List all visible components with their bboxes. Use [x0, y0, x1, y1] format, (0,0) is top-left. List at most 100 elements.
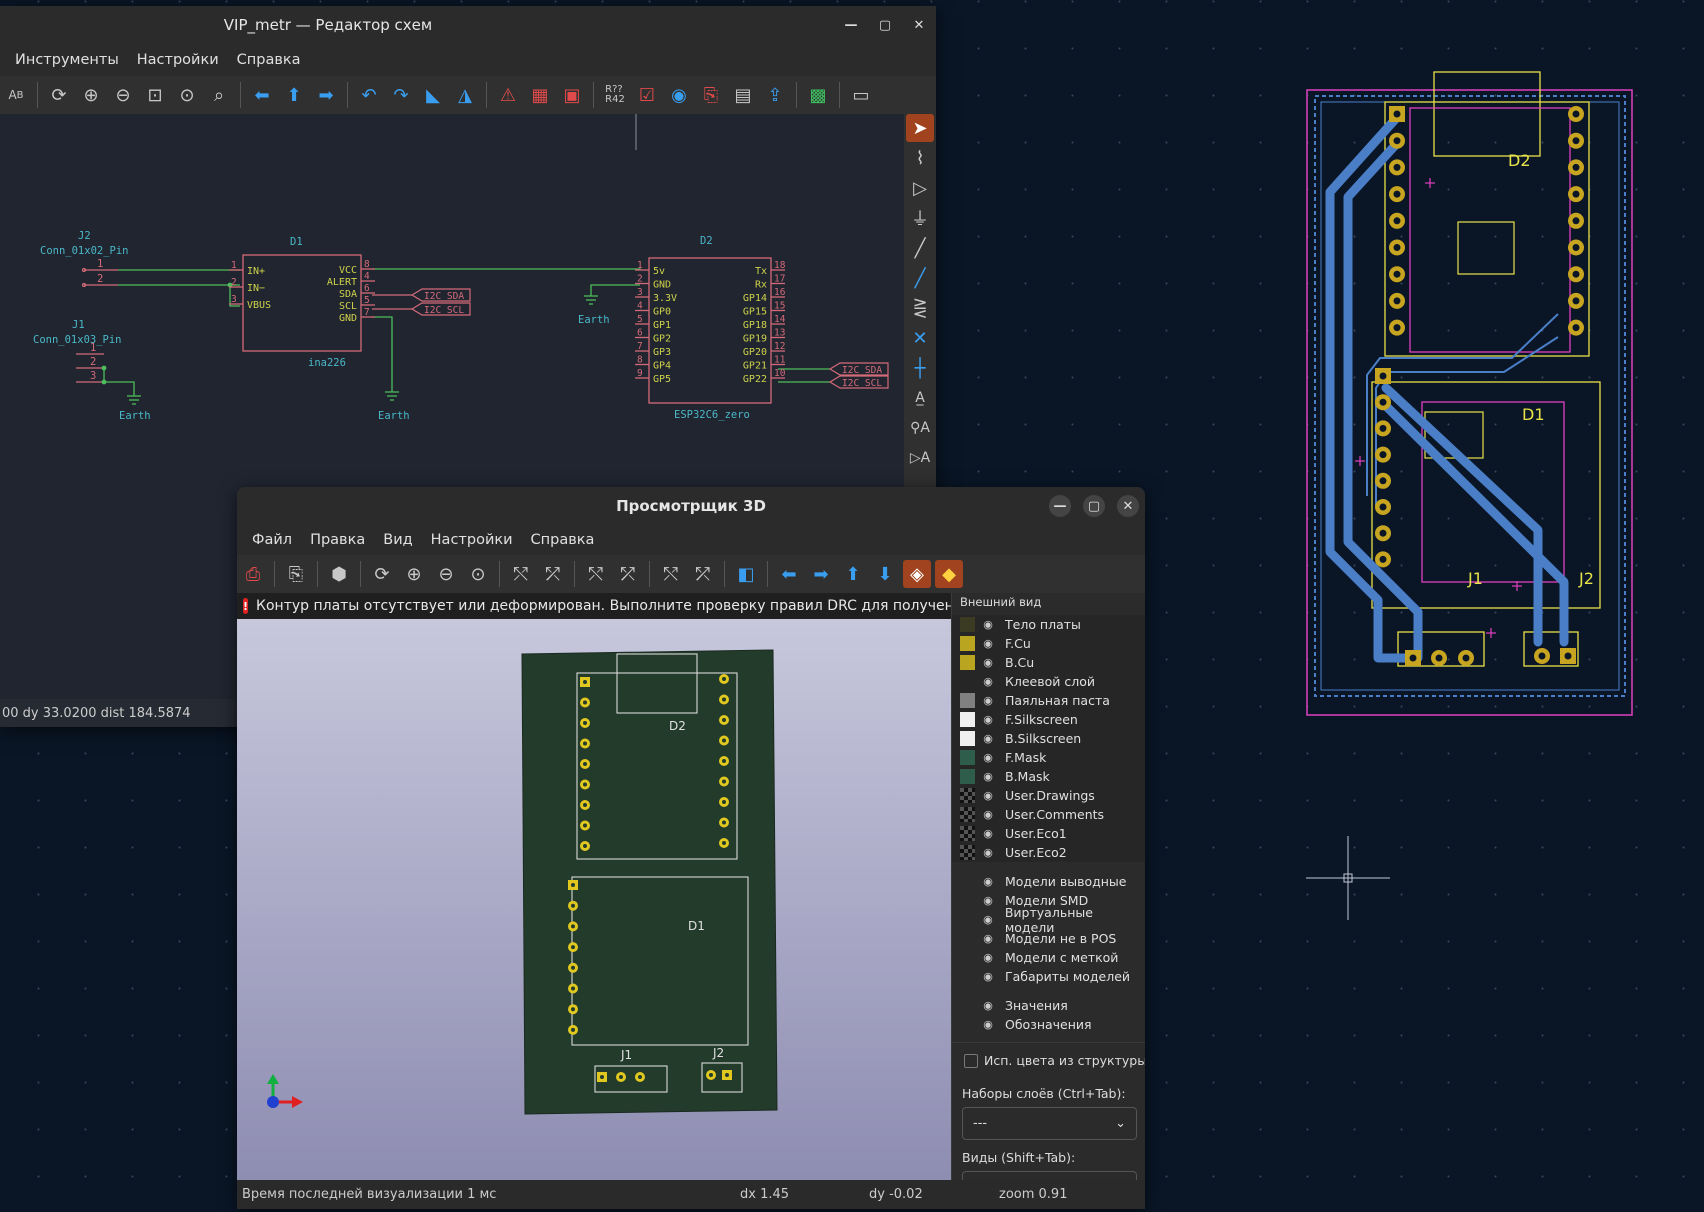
footprint-assign-icon[interactable]: ▣ — [558, 81, 586, 109]
layer-row[interactable]: ◉ B.Silkscreen — [952, 729, 1145, 748]
visibility-eye-icon[interactable]: ◉ — [981, 846, 995, 859]
zoom-objects-icon[interactable]: ⊙ — [173, 81, 201, 109]
viewer3d-titlebar[interactable]: Просмотрщик 3D — ▢ ✕ — [237, 487, 1145, 525]
rotate-y-cw-icon[interactable]: ⤲ — [582, 560, 610, 588]
visibility-eye-icon[interactable]: ◉ — [981, 970, 995, 983]
bus-entry-icon[interactable]: ⋛ — [906, 294, 934, 322]
layer-row[interactable]: ◉ Паяльная паста — [952, 691, 1145, 710]
visibility-eye-icon[interactable]: ◉ — [981, 932, 995, 945]
mirror-v-icon[interactable]: ◣ — [419, 81, 447, 109]
appearance-panel-icon[interactable]: ◆ — [935, 560, 963, 588]
simulator-icon[interactable]: ◉ — [665, 81, 693, 109]
visibility-eye-icon[interactable]: ◉ — [981, 675, 995, 688]
rotate-z-cw-icon[interactable]: ⤲ — [657, 560, 685, 588]
pcb-canvas[interactable]: D2 D1 J1 J2 — [1290, 60, 1670, 720]
visibility-eye-icon[interactable]: ◉ — [981, 951, 995, 964]
layer-row[interactable]: ◉ F.Cu — [952, 634, 1145, 653]
layer-row[interactable]: ◉ B.Cu — [952, 653, 1145, 672]
raytrace-icon[interactable]: ⬢ — [325, 560, 353, 588]
checkbox-box[interactable] — [964, 1053, 978, 1068]
layer-row[interactable]: ◉ Обозначения — [952, 1015, 1145, 1034]
menu-help[interactable]: Справка — [228, 52, 310, 68]
visibility-eye-icon[interactable]: ◉ — [981, 618, 995, 631]
minimize-icon[interactable]: — — [840, 14, 862, 36]
layer-color-swatch[interactable] — [960, 617, 975, 632]
layer-row[interactable]: ◉ F.Mask — [952, 748, 1145, 767]
orthographic-icon[interactable]: ◈ — [903, 560, 931, 588]
annotate-icon[interactable]: AB — [2, 81, 30, 109]
layer-row[interactable]: ◉ Габариты моделей — [952, 967, 1145, 986]
add-power-icon[interactable]: ⏚ — [906, 204, 934, 232]
arrow-up-icon[interactable]: ⬆ — [280, 81, 308, 109]
netlist-icon[interactable]: ⎘ — [697, 81, 725, 109]
layer-row[interactable]: ◉ Клеевой слой — [952, 672, 1145, 691]
layer-color-swatch[interactable] — [960, 893, 975, 908]
add-bus-icon[interactable]: ╱ — [906, 264, 934, 292]
add-symbol-icon[interactable]: ▷ — [906, 174, 934, 202]
close-icon[interactable]: ✕ — [1117, 495, 1139, 517]
layer-row[interactable]: ◉ User.Eco1 — [952, 824, 1145, 843]
highlight-net-icon[interactable]: ⌇ — [906, 144, 934, 172]
layer-row[interactable]: ◉ User.Drawings — [952, 786, 1145, 805]
menu-tools[interactable]: Инструменты — [6, 52, 128, 68]
viewer3d-canvas[interactable]: D2 D1 J1 J2 — [237, 619, 951, 1180]
schematic-titlebar[interactable]: VIP_metr — Редактор схем — ▢ ✕ — [0, 6, 936, 44]
visibility-eye-icon[interactable]: ◉ — [981, 694, 995, 707]
annotate-r42-icon[interactable]: R?? R42 — [601, 81, 629, 109]
layer-color-swatch[interactable] — [960, 998, 975, 1013]
layer-row[interactable]: ◉ User.Comments — [952, 805, 1145, 824]
rotate-ccw-icon[interactable]: ↶ — [355, 81, 383, 109]
layer-color-swatch[interactable] — [960, 636, 975, 651]
layer-row[interactable]: ◉ B.Mask — [952, 767, 1145, 786]
minimize-icon[interactable]: — — [1049, 495, 1071, 517]
menu-edit[interactable]: Правка — [301, 532, 374, 548]
visibility-eye-icon[interactable]: ◉ — [981, 827, 995, 840]
rotate-x-ccw-icon[interactable]: ⤱ — [539, 560, 567, 588]
layer-presets-dropdown[interactable]: --- ⌄ — [962, 1107, 1137, 1140]
layer-color-swatch[interactable] — [960, 788, 975, 803]
visibility-eye-icon[interactable]: ◉ — [981, 713, 995, 726]
visibility-eye-icon[interactable]: ◉ — [981, 875, 995, 888]
no-connect-icon[interactable]: ✕ — [906, 324, 934, 352]
zoom-out-icon[interactable]: ⊖ — [109, 81, 137, 109]
zoom-in-icon[interactable]: ⊕ — [77, 81, 105, 109]
pan-left-icon[interactable]: ⬅ — [775, 560, 803, 588]
hier-label-icon[interactable]: ▷A — [906, 444, 934, 472]
layer-row[interactable]: ◉ Значения — [952, 996, 1145, 1015]
net-label-icon[interactable]: A̲ — [906, 384, 934, 412]
global-label-icon[interactable]: ⚲A — [906, 414, 934, 442]
visibility-eye-icon[interactable]: ◉ — [981, 751, 995, 764]
visibility-eye-icon[interactable]: ◉ — [981, 999, 995, 1012]
visibility-eye-icon[interactable]: ◉ — [981, 1018, 995, 1031]
rotate-x-cw-icon[interactable]: ⤲ — [507, 560, 535, 588]
visibility-eye-icon[interactable]: ◉ — [981, 656, 995, 669]
layer-color-swatch[interactable] — [960, 912, 975, 927]
layer-row[interactable]: ◉ Модели выводные — [952, 872, 1145, 891]
layer-row[interactable]: ◉ User.Eco2 — [952, 843, 1145, 862]
mirror-h-icon[interactable]: ◮ — [451, 81, 479, 109]
layer-color-swatch[interactable] — [960, 845, 975, 860]
visibility-eye-icon[interactable]: ◉ — [981, 789, 995, 802]
close-icon[interactable]: ✕ — [908, 14, 930, 36]
scripting-console-icon[interactable]: ▭ — [847, 81, 875, 109]
zoom-fit-icon[interactable]: ⊡ — [141, 81, 169, 109]
arrow-right-icon[interactable]: ➡ — [312, 81, 340, 109]
layer-row[interactable]: ◉ Модели не в POS — [952, 929, 1145, 948]
layer-color-swatch[interactable] — [960, 769, 975, 784]
layer-color-swatch[interactable] — [960, 731, 975, 746]
layer-color-swatch[interactable] — [960, 931, 975, 946]
rotate-z-ccw-icon[interactable]: ⤱ — [689, 560, 717, 588]
menu-settings[interactable]: Настройки — [128, 52, 228, 68]
pan-down-icon[interactable]: ⬇ — [871, 560, 899, 588]
erc-check-icon[interactable]: ☑ — [633, 81, 661, 109]
select-icon[interactable]: ➤ — [906, 114, 934, 142]
layer-color-swatch[interactable] — [960, 969, 975, 984]
junction-icon[interactable]: ┼ — [906, 354, 934, 382]
menu-help[interactable]: Справка — [522, 532, 604, 548]
layer-color-swatch[interactable] — [960, 712, 975, 727]
layer-row[interactable]: ◉ Модели с меткой — [952, 948, 1145, 967]
pan-up-icon[interactable]: ⬆ — [839, 560, 867, 588]
refresh-icon[interactable]: ⟳ — [45, 81, 73, 109]
layer-row[interactable]: ◉ F.Silkscreen — [952, 710, 1145, 729]
zoom-in-icon[interactable]: ⊕ — [400, 560, 428, 588]
